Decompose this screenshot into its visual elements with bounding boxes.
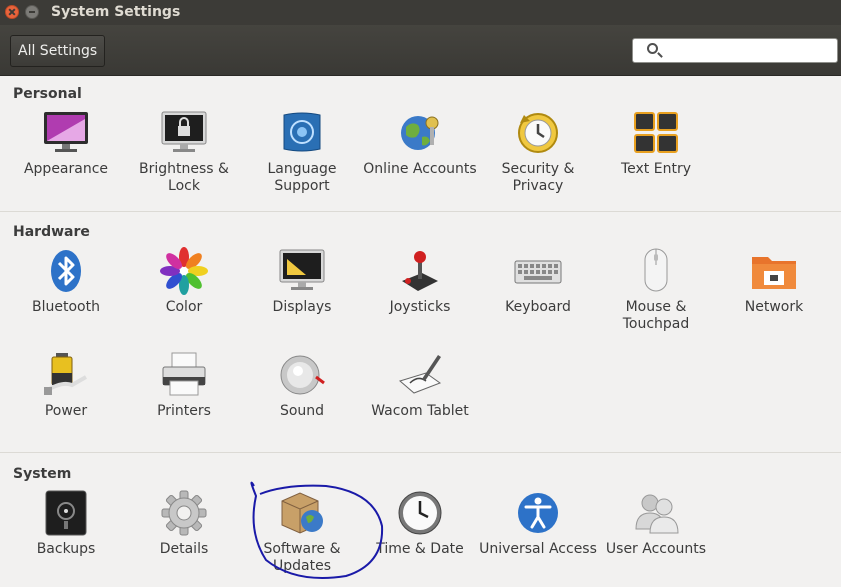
item-color[interactable]: Color	[125, 247, 243, 316]
item-label: Sound	[279, 403, 325, 419]
item-backups[interactable]: Backups	[7, 489, 125, 558]
item-power[interactable]: Power	[7, 351, 125, 420]
clock-icon	[396, 489, 444, 537]
software-updates-icon	[278, 489, 326, 537]
item-joysticks[interactable]: Joysticks	[361, 247, 479, 316]
security-privacy-icon	[514, 109, 562, 157]
item-label: Software & Updates	[263, 541, 341, 574]
item-sound[interactable]: Sound	[243, 351, 361, 420]
gear-icon	[160, 489, 208, 537]
item-label: Color	[165, 299, 203, 315]
item-software-updates[interactable]: Software & Updates	[243, 489, 361, 575]
displays-icon	[278, 247, 326, 295]
item-label: Brightness & Lock	[139, 161, 229, 194]
item-label: Language Support	[267, 161, 337, 194]
item-universal-access[interactable]: Universal Access	[479, 489, 597, 558]
power-icon	[42, 351, 90, 399]
wacom-tablet-icon	[396, 351, 444, 399]
item-displays[interactable]: Displays	[243, 247, 361, 316]
sound-icon	[278, 351, 326, 399]
title-bar: System Settings	[0, 0, 841, 25]
printer-icon	[160, 351, 208, 399]
item-security-privacy[interactable]: Security & Privacy	[479, 109, 597, 195]
item-label: Joysticks	[389, 299, 451, 315]
item-label: Displays	[272, 299, 332, 315]
item-label: Power	[44, 403, 88, 419]
item-label: User Accounts	[605, 541, 707, 557]
online-accounts-icon	[396, 109, 444, 157]
joystick-icon	[396, 247, 444, 295]
user-accounts-icon	[632, 489, 680, 537]
item-online-accounts[interactable]: Online Accounts	[361, 109, 479, 178]
item-label: Time & Date	[376, 541, 464, 557]
item-appearance[interactable]: Appearance	[7, 109, 125, 178]
toolbar: All Settings	[0, 25, 841, 76]
section-title-hardware: Hardware	[13, 224, 90, 240]
item-label: Online Accounts	[363, 161, 477, 177]
item-text-entry[interactable]: Text Entry	[597, 109, 715, 178]
color-icon	[160, 247, 208, 295]
mouse-icon	[632, 247, 680, 295]
appearance-icon	[42, 109, 90, 157]
close-window-icon[interactable]	[5, 5, 19, 19]
item-label: Keyboard	[505, 299, 571, 315]
item-wacom-tablet[interactable]: Wacom Tablet	[361, 351, 479, 420]
item-mouse-touchpad[interactable]: Mouse & Touchpad	[597, 247, 715, 333]
backups-icon	[42, 489, 90, 537]
item-label: Appearance	[23, 161, 109, 177]
language-support-icon	[278, 109, 326, 157]
item-details[interactable]: Details	[125, 489, 243, 558]
bluetooth-icon	[42, 247, 90, 295]
search-box[interactable]	[632, 38, 838, 63]
item-label: Bluetooth	[32, 299, 100, 315]
item-label: Wacom Tablet	[371, 403, 469, 419]
item-label: Network	[744, 299, 804, 315]
universal-access-icon	[514, 489, 562, 537]
item-time-date[interactable]: Time & Date	[361, 489, 479, 558]
item-label: Printers	[157, 403, 211, 419]
item-label: Universal Access	[479, 541, 597, 557]
section-divider	[0, 452, 841, 453]
item-label: Details	[159, 541, 209, 557]
section-title-system: System	[13, 466, 72, 482]
all-settings-button[interactable]: All Settings	[10, 35, 106, 67]
item-user-accounts[interactable]: User Accounts	[597, 489, 715, 558]
item-keyboard[interactable]: Keyboard	[479, 247, 597, 316]
network-icon	[750, 247, 798, 295]
section-title-personal: Personal	[13, 86, 82, 102]
item-bluetooth[interactable]: Bluetooth	[7, 247, 125, 316]
item-label: Security & Privacy	[501, 161, 575, 194]
item-label: Text Entry	[620, 161, 691, 177]
keyboard-icon	[514, 247, 562, 295]
item-network[interactable]: Network	[715, 247, 833, 316]
item-brightness-lock[interactable]: Brightness & Lock	[125, 109, 243, 195]
item-printers[interactable]: Printers	[125, 351, 243, 420]
section-divider	[0, 211, 841, 212]
minimize-window-icon[interactable]	[25, 5, 39, 19]
text-entry-icon	[632, 109, 680, 157]
item-label: Backups	[36, 541, 96, 557]
search-icon	[647, 43, 658, 54]
window-title: System Settings	[51, 4, 181, 20]
item-label: Mouse & Touchpad	[622, 299, 690, 332]
item-language-support[interactable]: Language Support	[243, 109, 361, 195]
brightness-lock-icon	[160, 109, 208, 157]
search-input[interactable]	[667, 41, 833, 60]
